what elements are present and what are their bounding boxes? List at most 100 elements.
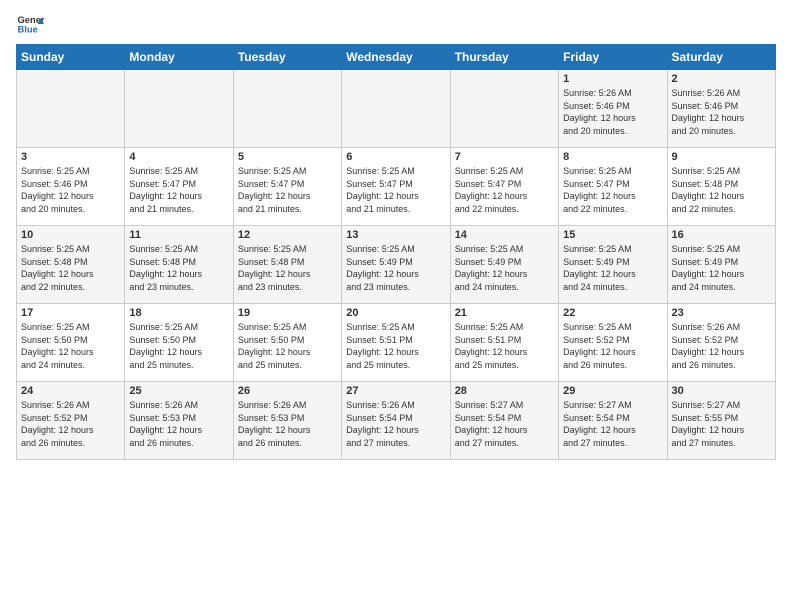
calendar-cell: 14 Sunrise: 5:25 AM Sunset: 5:49 PM Dayli… xyxy=(450,226,558,304)
day-number: 19 xyxy=(238,307,337,319)
day-info: Sunrise: 5:27 AM Sunset: 5:54 PM Dayligh… xyxy=(563,399,662,449)
calendar-header-monday: Monday xyxy=(125,45,233,70)
day-number: 27 xyxy=(346,385,445,397)
day-number: 5 xyxy=(238,151,337,163)
day-info: Sunrise: 5:25 AM Sunset: 5:48 PM Dayligh… xyxy=(672,165,771,215)
day-number: 7 xyxy=(455,151,554,163)
day-number: 9 xyxy=(672,151,771,163)
calendar-cell xyxy=(342,70,450,148)
day-info: Sunrise: 5:25 AM Sunset: 5:51 PM Dayligh… xyxy=(346,321,445,371)
calendar-cell: 24 Sunrise: 5:26 AM Sunset: 5:52 PM Dayli… xyxy=(17,382,125,460)
day-number: 2 xyxy=(672,73,771,85)
calendar-week-5: 24 Sunrise: 5:26 AM Sunset: 5:52 PM Dayli… xyxy=(17,382,776,460)
calendar-cell xyxy=(17,70,125,148)
day-number: 17 xyxy=(21,307,120,319)
calendar-cell: 7 Sunrise: 5:25 AM Sunset: 5:47 PM Daylig… xyxy=(450,148,558,226)
calendar-cell: 5Sunrise: 5:25 AM Sunset: 5:47 PM Daylig… xyxy=(233,148,341,226)
day-number: 30 xyxy=(672,385,771,397)
day-info: Sunrise: 5:25 AM Sunset: 5:46 PM Dayligh… xyxy=(21,165,120,215)
day-info: Sunrise: 5:25 AM Sunset: 5:50 PM Dayligh… xyxy=(129,321,228,371)
calendar-cell: 10Sunrise: 5:25 AM Sunset: 5:48 PM Dayli… xyxy=(17,226,125,304)
day-info: Sunrise: 5:26 AM Sunset: 5:53 PM Dayligh… xyxy=(129,399,228,449)
calendar-header-wednesday: Wednesday xyxy=(342,45,450,70)
calendar-cell: 25 Sunrise: 5:26 AM Sunset: 5:53 PM Dayli… xyxy=(125,382,233,460)
day-info: Sunrise: 5:25 AM Sunset: 5:49 PM Dayligh… xyxy=(563,243,662,293)
day-info: Sunrise: 5:26 AM Sunset: 5:52 PM Dayligh… xyxy=(672,321,771,371)
calendar-cell: 3 Sunrise: 5:25 AM Sunset: 5:46 PM Daylig… xyxy=(17,148,125,226)
logo: General Blue xyxy=(16,10,46,38)
calendar-cell: 9 Sunrise: 5:25 AM Sunset: 5:48 PM Daylig… xyxy=(667,148,775,226)
day-info: Sunrise: 5:25 AM Sunset: 5:52 PM Dayligh… xyxy=(563,321,662,371)
calendar-cell xyxy=(450,70,558,148)
day-info: Sunrise: 5:25 AM Sunset: 5:47 PM Dayligh… xyxy=(563,165,662,215)
day-number: 6 xyxy=(346,151,445,163)
header: General Blue xyxy=(16,10,776,38)
day-number: 29 xyxy=(563,385,662,397)
day-info: Sunrise: 5:27 AM Sunset: 5:55 PM Dayligh… xyxy=(672,399,771,449)
calendar-week-2: 3 Sunrise: 5:25 AM Sunset: 5:46 PM Daylig… xyxy=(17,148,776,226)
day-number: 15 xyxy=(563,229,662,241)
day-info: Sunrise: 5:25 AM Sunset: 5:49 PM Dayligh… xyxy=(455,243,554,293)
day-info: Sunrise: 5:25 AM Sunset: 5:47 PM Dayligh… xyxy=(455,165,554,215)
day-number: 11 xyxy=(129,229,228,241)
calendar-header-row: SundayMondayTuesdayWednesdayThursdayFrid… xyxy=(17,45,776,70)
calendar-cell: 8 Sunrise: 5:25 AM Sunset: 5:47 PM Daylig… xyxy=(559,148,667,226)
day-number: 25 xyxy=(129,385,228,397)
calendar-cell: 6 Sunrise: 5:25 AM Sunset: 5:47 PM Daylig… xyxy=(342,148,450,226)
day-number: 3 xyxy=(21,151,120,163)
day-info: Sunrise: 5:26 AM Sunset: 5:46 PM Dayligh… xyxy=(563,87,662,137)
calendar-cell: 26 Sunrise: 5:26 AM Sunset: 5:53 PM Dayli… xyxy=(233,382,341,460)
calendar-cell: 28Sunrise: 5:27 AM Sunset: 5:54 PM Dayli… xyxy=(450,382,558,460)
day-info: Sunrise: 5:25 AM Sunset: 5:49 PM Dayligh… xyxy=(346,243,445,293)
day-info: Sunrise: 5:25 AM Sunset: 5:50 PM Dayligh… xyxy=(238,321,337,371)
calendar-header-friday: Friday xyxy=(559,45,667,70)
calendar-header-tuesday: Tuesday xyxy=(233,45,341,70)
day-info: Sunrise: 5:25 AM Sunset: 5:48 PM Dayligh… xyxy=(238,243,337,293)
calendar-week-4: 17 Sunrise: 5:25 AM Sunset: 5:50 PM Dayli… xyxy=(17,304,776,382)
day-info: Sunrise: 5:25 AM Sunset: 5:51 PM Dayligh… xyxy=(455,321,554,371)
logo-icon: General Blue xyxy=(16,10,44,38)
day-number: 22 xyxy=(563,307,662,319)
day-number: 21 xyxy=(455,307,554,319)
calendar-page: General Blue SundayMondayTuesdayWednesda… xyxy=(0,0,792,612)
day-number: 14 xyxy=(455,229,554,241)
calendar-cell: 20 Sunrise: 5:25 AM Sunset: 5:51 PM Dayli… xyxy=(342,304,450,382)
calendar-cell: 23Sunrise: 5:26 AM Sunset: 5:52 PM Dayli… xyxy=(667,304,775,382)
calendar-cell: 16Sunrise: 5:25 AM Sunset: 5:49 PM Dayli… xyxy=(667,226,775,304)
day-number: 13 xyxy=(346,229,445,241)
calendar-cell xyxy=(233,70,341,148)
day-info: Sunrise: 5:25 AM Sunset: 5:47 PM Dayligh… xyxy=(129,165,228,215)
day-number: 8 xyxy=(563,151,662,163)
day-number: 12 xyxy=(238,229,337,241)
calendar-header-saturday: Saturday xyxy=(667,45,775,70)
day-info: Sunrise: 5:25 AM Sunset: 5:50 PM Dayligh… xyxy=(21,321,120,371)
day-info: Sunrise: 5:25 AM Sunset: 5:48 PM Dayligh… xyxy=(21,243,120,293)
calendar-cell: 11Sunrise: 5:25 AM Sunset: 5:48 PM Dayli… xyxy=(125,226,233,304)
calendar-cell: 21 Sunrise: 5:25 AM Sunset: 5:51 PM Dayli… xyxy=(450,304,558,382)
calendar-cell: 30 Sunrise: 5:27 AM Sunset: 5:55 PM Dayli… xyxy=(667,382,775,460)
day-info: Sunrise: 5:25 AM Sunset: 5:47 PM Dayligh… xyxy=(346,165,445,215)
day-info: Sunrise: 5:26 AM Sunset: 5:53 PM Dayligh… xyxy=(238,399,337,449)
day-number: 1 xyxy=(563,73,662,85)
day-number: 24 xyxy=(21,385,120,397)
calendar-cell: 19 Sunrise: 5:25 AM Sunset: 5:50 PM Dayli… xyxy=(233,304,341,382)
day-number: 26 xyxy=(238,385,337,397)
calendar-cell: 27 Sunrise: 5:26 AM Sunset: 5:54 PM Dayli… xyxy=(342,382,450,460)
calendar-week-3: 10Sunrise: 5:25 AM Sunset: 5:48 PM Dayli… xyxy=(17,226,776,304)
calendar-week-1: 1 Sunrise: 5:26 AM Sunset: 5:46 PM Daylig… xyxy=(17,70,776,148)
calendar-cell xyxy=(125,70,233,148)
day-number: 16 xyxy=(672,229,771,241)
day-info: Sunrise: 5:26 AM Sunset: 5:54 PM Dayligh… xyxy=(346,399,445,449)
day-number: 20 xyxy=(346,307,445,319)
day-info: Sunrise: 5:26 AM Sunset: 5:52 PM Dayligh… xyxy=(21,399,120,449)
calendar-cell: 1 Sunrise: 5:26 AM Sunset: 5:46 PM Daylig… xyxy=(559,70,667,148)
calendar-cell: 17 Sunrise: 5:25 AM Sunset: 5:50 PM Dayli… xyxy=(17,304,125,382)
calendar-cell: 13 Sunrise: 5:25 AM Sunset: 5:49 PM Dayli… xyxy=(342,226,450,304)
calendar-cell: 29 Sunrise: 5:27 AM Sunset: 5:54 PM Dayli… xyxy=(559,382,667,460)
calendar-cell: 18 Sunrise: 5:25 AM Sunset: 5:50 PM Dayli… xyxy=(125,304,233,382)
calendar-cell: 12 Sunrise: 5:25 AM Sunset: 5:48 PM Dayli… xyxy=(233,226,341,304)
svg-text:Blue: Blue xyxy=(18,25,38,35)
calendar-header-thursday: Thursday xyxy=(450,45,558,70)
calendar-cell: 15 Sunrise: 5:25 AM Sunset: 5:49 PM Dayli… xyxy=(559,226,667,304)
day-number: 18 xyxy=(129,307,228,319)
